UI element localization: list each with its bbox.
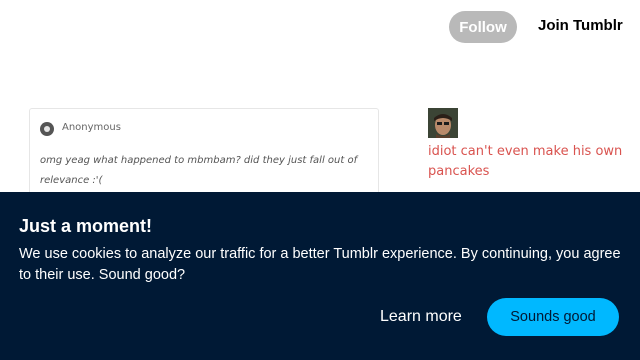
sounds-good-button[interactable]: Sounds good (487, 298, 619, 336)
cookie-banner-title: Just a moment! (19, 216, 153, 236)
learn-more-link[interactable]: Learn more (380, 308, 462, 326)
asker-name: Anonymous (62, 122, 121, 133)
anonymous-icon (40, 122, 54, 136)
join-tumblr-link[interactable]: Join Tumblr (538, 17, 623, 34)
blog-description: idiot can't even make his own pancakes (428, 144, 623, 179)
cookie-banner-message: We use cookies to analyze our traffic fo… (19, 246, 621, 283)
cookie-consent-banner: Just a moment! We use cookies to analyze… (0, 192, 640, 360)
follow-button[interactable]: Follow (449, 11, 517, 43)
ask-question-text: omg yeag what happened to mbmbam? did th… (40, 155, 358, 186)
blog-avatar[interactable] (428, 108, 458, 138)
